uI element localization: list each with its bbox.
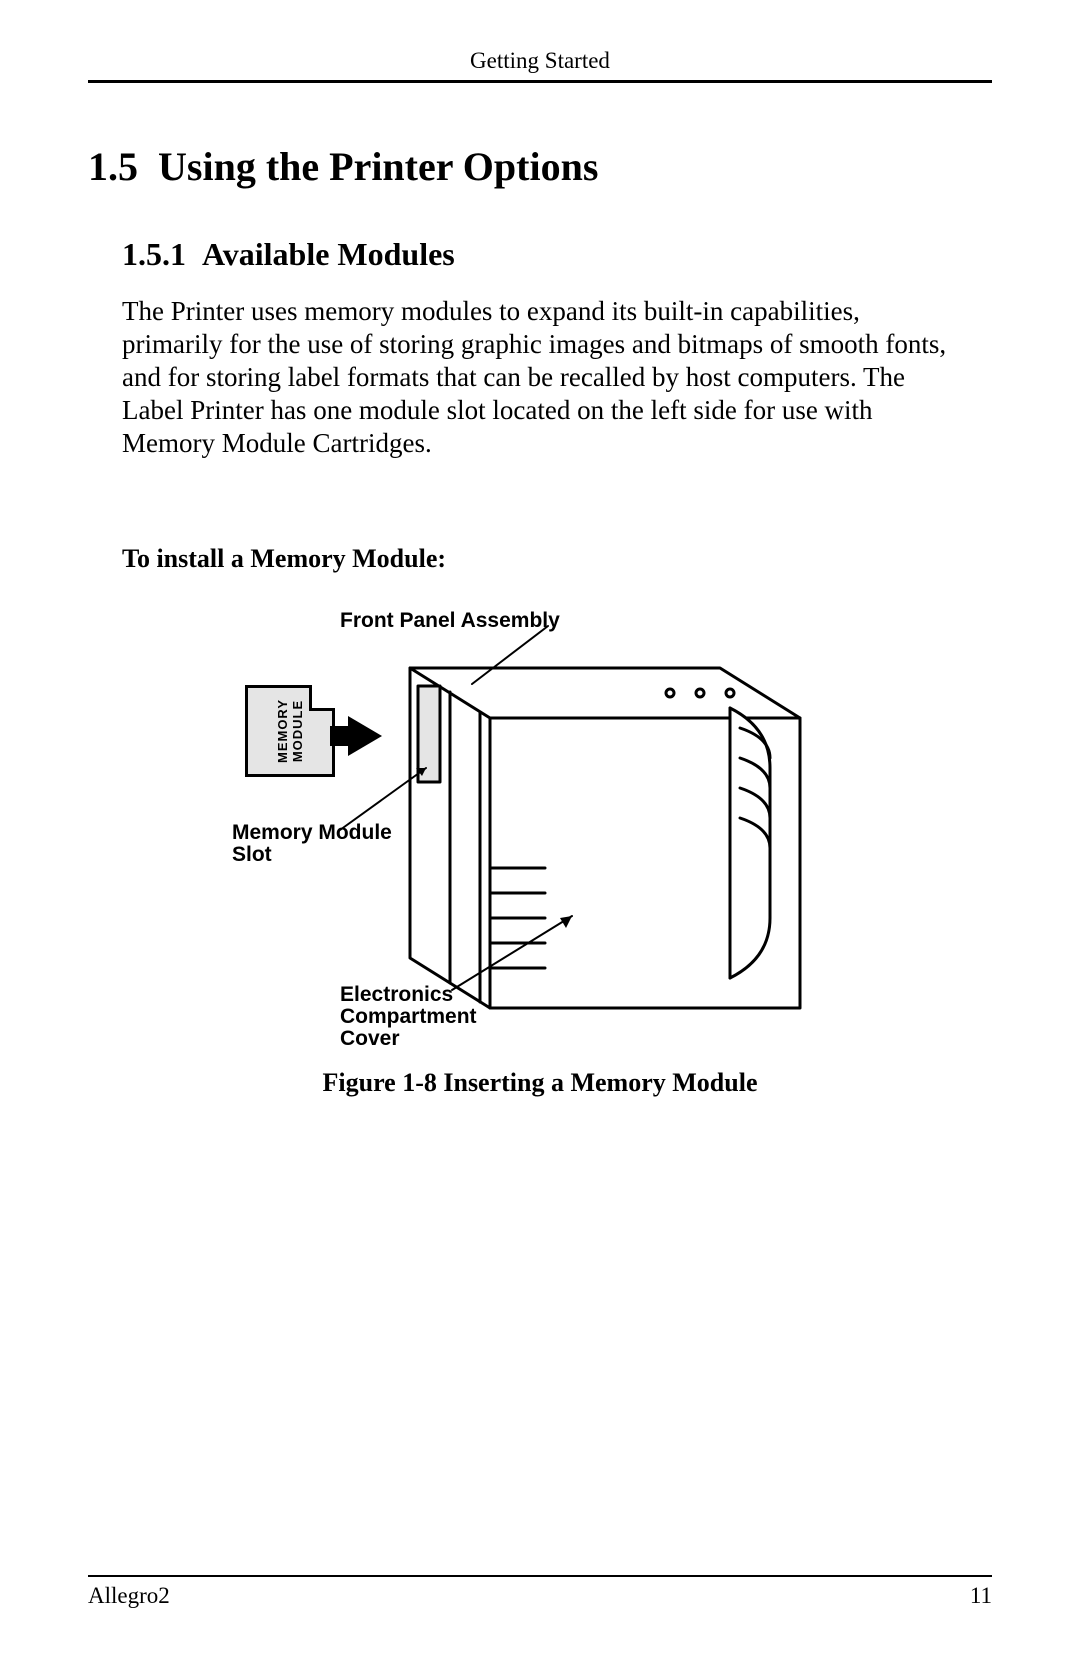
section-heading: 1.5 Using the Printer Options (88, 143, 992, 190)
callout-memory-module-slot: Memory ModuleSlot (232, 822, 392, 866)
footer-page-number: 11 (970, 1583, 992, 1609)
page-footer: Allegro2 11 (88, 1575, 992, 1609)
figure-caption-prefix: Figure 1-8 (323, 1068, 444, 1097)
footer-product-name: Allegro2 (88, 1583, 170, 1609)
figure-caption-title: Inserting a Memory Module (443, 1068, 757, 1097)
figure-printer-diagram: MEMORYMODULE Front Panel Assembly Memory… (190, 608, 890, 1048)
insert-arrowhead-icon (348, 716, 382, 756)
subsection-title: Available Modules (202, 236, 455, 272)
memory-module-card: MEMORYMODULE (245, 685, 335, 777)
footer-rule (88, 1575, 992, 1577)
figure-caption: Figure 1-8 Inserting a Memory Module (88, 1068, 992, 1098)
memory-module-card-notch (309, 685, 335, 711)
memory-module-card-label: MEMORYMODULE (275, 699, 305, 763)
header-rule (88, 80, 992, 83)
page-header-title: Getting Started (88, 48, 992, 74)
callout-front-panel-assembly: Front Panel Assembly (340, 610, 560, 632)
body-paragraph: The Printer uses memory modules to expan… (122, 295, 962, 460)
subsection-heading: 1.5.1 Available Modules (122, 236, 992, 273)
section-title: Using the Printer Options (158, 144, 598, 189)
subsection-number: 1.5.1 (122, 236, 186, 272)
install-heading: To install a Memory Module: (122, 544, 992, 574)
callout-electronics-compartment-cover: ElectronicsCompartmentCover (340, 984, 477, 1050)
section-number: 1.5 (88, 144, 138, 189)
